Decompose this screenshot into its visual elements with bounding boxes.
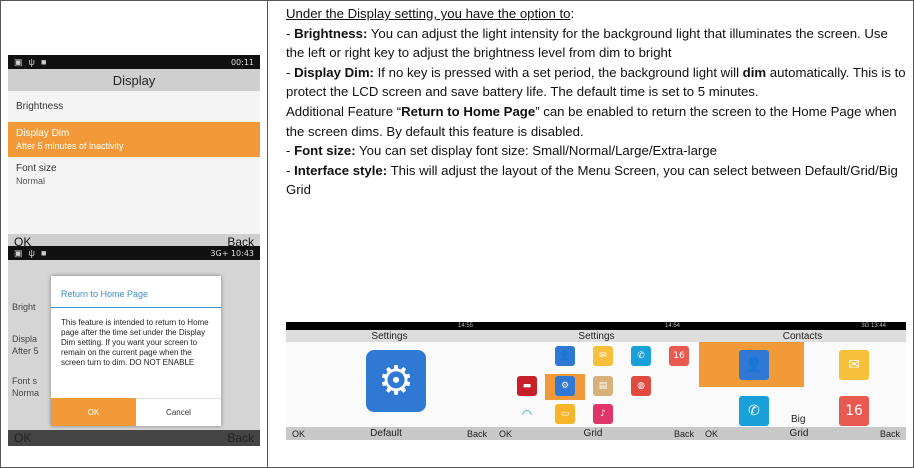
softkey-back[interactable]: Back <box>467 429 487 439</box>
screen-title: Contacts <box>699 330 906 342</box>
softkey-back[interactable]: Back <box>880 429 900 439</box>
phone-status-icon: ▣ <box>14 247 23 258</box>
calendar-icon[interactable]: 16 <box>669 346 689 366</box>
settings-gear-icon[interactable]: ⚙ <box>366 350 426 412</box>
screen-title: Display <box>8 69 260 91</box>
music-icon[interactable]: ♪ <box>593 404 613 424</box>
notification-icon: ■ <box>40 57 47 67</box>
screen-title: Settings <box>286 330 493 342</box>
gallery-icon[interactable]: ▤ <box>593 376 613 396</box>
notification-icon: ■ <box>40 248 47 258</box>
interface-style-label: Interface style: <box>294 162 388 178</box>
messages-icon[interactable]: ✉ <box>839 350 869 380</box>
contacts-icon[interactable]: 👤 <box>555 346 575 366</box>
additional-feature-paragraph: Additional Feature “Return to Home Page”… <box>286 102 906 141</box>
bg-item: Bright <box>12 302 36 312</box>
status-bar: ▣ ψ ■ 00:11 <box>8 55 260 69</box>
dialog-button-row: OK Cancel <box>51 398 221 426</box>
brightness-text: You can adjust the light intensity for t… <box>286 25 888 61</box>
big-grid-style-screen: 3G 13:44 Contacts 👤 ✉ ✆ 16 Big OK Grid B… <box>699 322 906 440</box>
dim-emphasis: dim <box>742 64 767 80</box>
bg-item: Font s <box>12 376 38 386</box>
softkey-ok[interactable]: OK <box>292 429 305 439</box>
font-size-paragraph: - Font size: You can set display font si… <box>286 141 906 161</box>
status-bar: 14:54 <box>493 322 700 330</box>
interface-style-screenshots: 14:55 Settings ⚙ OK Default Back 14:54 S… <box>286 322 906 440</box>
style-label-grid: Grid <box>583 428 603 439</box>
phone-icon[interactable]: ✆ <box>631 346 651 366</box>
interface-style-paragraph: - Interface style: This will adjust the … <box>286 161 906 200</box>
status-time: 00:11 <box>230 57 254 67</box>
softkey-back[interactable]: Back <box>227 431 254 445</box>
phone-icon[interactable]: ✆ <box>739 396 769 426</box>
font-size-label: Font size: <box>294 143 356 159</box>
menu-item-label: Brightness <box>16 101 64 112</box>
softkey-back[interactable]: Back <box>674 429 694 439</box>
softkey-ok[interactable]: OK <box>705 429 718 439</box>
return-home-dialog: Return to Home Page This feature is inte… <box>51 276 221 426</box>
bullet: - <box>286 64 295 80</box>
softkey-bar: OK Default Back <box>286 427 493 440</box>
menu-item-label: Font size <box>16 163 57 174</box>
return-home-dialog-screenshot: ▣ ψ ■ 3G+ 10:43 Bright Displa After 5 Fo… <box>8 246 260 446</box>
display-dim-paragraph: - Display Dim: If no key is pressed with… <box>286 63 906 102</box>
brightness-paragraph: - Brightness: You can adjust the light i… <box>286 24 906 63</box>
dialog-title: Return to Home Page <box>51 276 221 308</box>
menu-item-font-size[interactable]: Font size Normal <box>8 157 260 192</box>
wifi-icon[interactable]: ◠ <box>517 404 537 424</box>
menu-item-display-dim[interactable]: Display Dim After 5 minutes of inactivit… <box>8 122 260 157</box>
contacts-icon[interactable]: 👤 <box>739 350 769 380</box>
style-label-big-grid: Grid <box>789 428 809 439</box>
additional-text: Additional Feature “ <box>286 103 402 119</box>
usb-icon: ψ <box>28 248 35 258</box>
settings-icon[interactable]: ⚙ <box>555 376 575 396</box>
usb-icon: ψ <box>28 57 35 67</box>
toolbox-icon[interactable]: ▬ <box>517 376 537 396</box>
screen-title: Settings <box>493 330 700 342</box>
softkey-ok[interactable]: OK <box>499 429 512 439</box>
menu-item-value: Normal <box>16 176 46 186</box>
softkey-bar: OK Grid Back <box>699 427 906 440</box>
calendar-icon[interactable]: 16 <box>839 396 869 426</box>
status-bar: ▣ ψ ■ 3G+ 10:43 <box>8 246 260 260</box>
style-label-default: Default <box>370 428 402 439</box>
brightness-label: Brightness: <box>294 25 368 41</box>
grid-style-screen: 14:54 Settings 👤 ✉ ✆ 16 ▬ ⚙ ▤ ◍ ◠ ▭ ♪ OK… <box>493 322 700 440</box>
dialog-cancel-button[interactable]: Cancel <box>136 398 221 426</box>
style-label-big: Big <box>791 414 806 425</box>
status-bar: 14:55 <box>286 322 493 330</box>
dialog-message: This feature is intended to return to Ho… <box>61 318 209 367</box>
softkey-bar: OK Grid Back <box>493 427 700 440</box>
display-dim-text: If no key is pressed with a set period, … <box>373 64 743 80</box>
status-time: 3G+ 10:43 <box>210 248 254 258</box>
intro-line: Under the Display setting, you have the … <box>286 4 906 24</box>
phone-status-icon: ▣ <box>14 56 23 67</box>
bg-item: Displa <box>12 334 38 344</box>
softkey-bar: OK Back <box>8 430 260 446</box>
menu-item-value: After 5 minutes of inactivity <box>16 141 124 151</box>
dialog-ok-button[interactable]: OK <box>51 398 136 426</box>
bg-item: After 5 <box>12 346 39 356</box>
intro-text: Under the Display setting, you have the … <box>286 6 571 21</box>
default-style-screen: 14:55 Settings ⚙ OK Default Back <box>286 322 493 440</box>
font-size-text: You can set display font size: Small/Nor… <box>355 143 717 159</box>
intro-colon: : <box>570 6 575 21</box>
softkey-ok[interactable]: OK <box>14 431 31 445</box>
menu-item-label: Display Dim <box>16 128 70 139</box>
display-dim-label: Display Dim: <box>294 64 374 80</box>
display-settings-description: Under the Display setting, you have the … <box>286 4 906 200</box>
bullet: - <box>286 25 295 41</box>
menu-item-brightness[interactable]: Brightness <box>8 91 260 122</box>
bullet: - <box>286 162 295 178</box>
files-icon[interactable]: ▭ <box>555 404 575 424</box>
bg-item: Norma <box>12 388 40 398</box>
messages-icon[interactable]: ✉ <box>593 346 613 366</box>
status-bar: 3G 13:44 <box>699 322 906 330</box>
browser-icon[interactable]: ◍ <box>631 376 651 396</box>
bullet: - <box>286 143 295 159</box>
return-home-label: Return to Home Page <box>401 103 536 119</box>
display-menu-screenshot: ▣ ψ ■ 00:11 Display Brightness Display D… <box>8 55 260 250</box>
